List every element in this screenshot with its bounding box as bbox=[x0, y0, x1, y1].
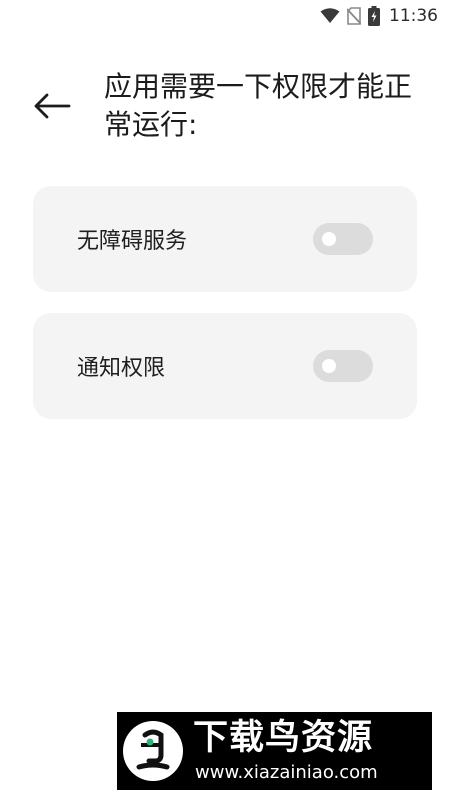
permissions-screen: 11:36 应用需要一下权限才能正常运行: 无障碍服务 通知权限 下载鸟资源 w… bbox=[0, 0, 450, 800]
status-bar: 11:36 bbox=[0, 0, 450, 32]
watermark-banner: 下载鸟资源 www.xiazainiao.com bbox=[117, 712, 432, 790]
permission-card-accessibility: 无障碍服务 bbox=[33, 186, 417, 292]
notification-toggle[interactable] bbox=[313, 350, 373, 382]
arrow-left-icon bbox=[34, 93, 71, 119]
accessibility-toggle[interactable] bbox=[313, 223, 373, 255]
back-button[interactable] bbox=[30, 86, 74, 126]
toggle-knob bbox=[322, 359, 336, 373]
no-sim-icon bbox=[347, 7, 361, 25]
toggle-knob bbox=[322, 232, 336, 246]
permission-label-notification: 通知权限 bbox=[77, 356, 166, 381]
wifi-icon bbox=[320, 8, 340, 24]
watermark-url: www.xiazainiao.com bbox=[195, 762, 378, 783]
page-title: 应用需要一下权限才能正常运行: bbox=[104, 70, 413, 141]
battery-charging-icon bbox=[368, 6, 380, 26]
status-time: 11:36 bbox=[389, 6, 438, 26]
watermark-title: 下载鸟资源 bbox=[193, 718, 374, 758]
bird-logo-icon bbox=[123, 721, 183, 781]
permission-label-accessibility: 无障碍服务 bbox=[77, 229, 188, 254]
permission-card-notification: 通知权限 bbox=[33, 313, 417, 419]
status-icons: 11:36 bbox=[320, 6, 438, 26]
